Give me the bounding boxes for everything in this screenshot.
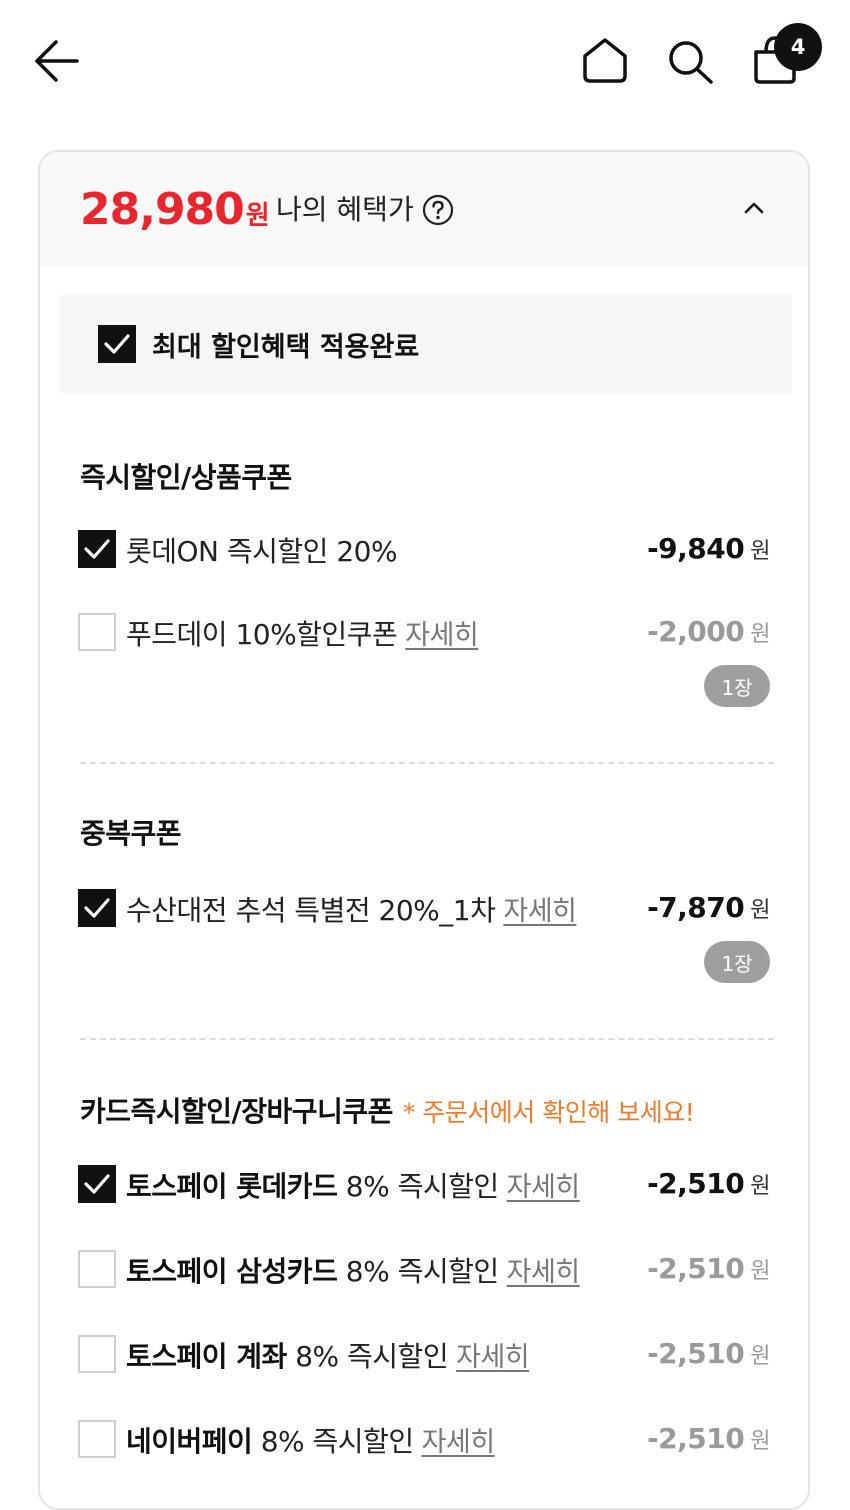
tosspay-samsung-detail-link[interactable]: 자세히 [507,1257,581,1288]
arrow-left-icon [35,40,79,82]
tosspay-lotte-checkbox[interactable] [78,1165,116,1203]
tosspay-samsung-amount: -2,510 원 [647,1252,770,1285]
coupon-count-badge[interactable]: 1장 [704,665,770,707]
naverpay-checkbox[interactable] [78,1420,116,1458]
section-title-instant: 즉시할인/상품쿠폰 [80,461,292,494]
benefit-summary-header[interactable]: 28,980원 나의 혜택가 [40,152,808,266]
coupon-count-badge[interactable]: 1장 [704,941,770,983]
check-icon [84,1174,110,1194]
back-button[interactable] [32,38,82,84]
naverpay-amount: -2,510 원 [647,1422,770,1455]
section-title-card: 카드즉시할인/장바구니쿠폰 * 주문서에서 확인해 보세요! [80,1095,695,1128]
section-title-duplicate: 중복쿠폰 [80,817,182,850]
tosspay-samsung-label: 토스페이 삼성카드 8% 즉시할인 자세히 [126,1255,581,1288]
seafood-coupon-amount: -7,870 원 [647,891,770,924]
benefit-price: 28,980원 [80,184,270,235]
benefit-card: 28,980원 나의 혜택가 최대 할인혜택 적용완료 즉시할인/상품쿠폰 롯데… [38,150,810,1510]
tosspay-account-detail-link[interactable]: 자세히 [456,1342,530,1373]
order-sheet-notice: * 주문서에서 확인해 보세요! [402,1098,695,1127]
instant-discount-amount: -9,840 원 [647,532,770,565]
check-icon [84,539,110,559]
instant-discount-label: 롯데ON 즉시할인 20% [126,535,398,568]
foodday-coupon-label: 푸드데이 10%할인쿠폰 자세히 [126,618,479,651]
seafood-coupon-detail-link[interactable]: 자세히 [503,896,577,927]
max-discount-applied-label: 최대 할인혜택 적용완료 [152,332,420,363]
tosspay-lotte-label: 토스페이 롯데카드 8% 즉시할인 자세히 [126,1170,581,1203]
check-icon [84,898,110,918]
tosspay-samsung-checkbox[interactable] [78,1250,116,1288]
chevron-up-icon[interactable] [742,199,766,217]
seafood-coupon-checkbox[interactable] [78,889,116,927]
search-icon [669,41,713,84]
tosspay-account-amount: -2,510 원 [647,1337,770,1370]
help-icon[interactable] [422,194,454,226]
section-divider [80,1038,774,1040]
naverpay-detail-link[interactable]: 자세히 [422,1427,496,1458]
tosspay-lotte-amount: -2,510 원 [647,1167,770,1200]
instant-discount-checkbox[interactable] [78,530,116,568]
search-button[interactable] [666,38,716,88]
tosspay-account-label: 토스페이 계좌 8% 즉시할인 자세히 [126,1340,530,1373]
section-divider [80,762,774,764]
max-discount-applied-box: 최대 할인혜택 적용완료 [60,295,792,393]
home-icon [583,38,627,83]
foodday-coupon-amount: -2,000 원 [647,615,770,648]
naverpay-label: 네이버페이 8% 즉시할인 자세히 [126,1425,496,1458]
benefit-price-label: 나의 혜택가 [276,193,414,226]
tosspay-account-checkbox[interactable] [78,1335,116,1373]
seafood-coupon-label: 수산대전 추석 특별전 20%_1차 자세히 [126,894,577,927]
tosspay-lotte-detail-link[interactable]: 자세히 [507,1172,581,1203]
max-discount-checkbox[interactable] [98,325,136,363]
home-button[interactable] [580,36,630,86]
cart-count-badge: 4 [774,23,822,71]
foodday-coupon-detail-link[interactable]: 자세히 [405,620,479,651]
check-icon [104,334,130,354]
foodday-coupon-checkbox[interactable] [78,613,116,651]
